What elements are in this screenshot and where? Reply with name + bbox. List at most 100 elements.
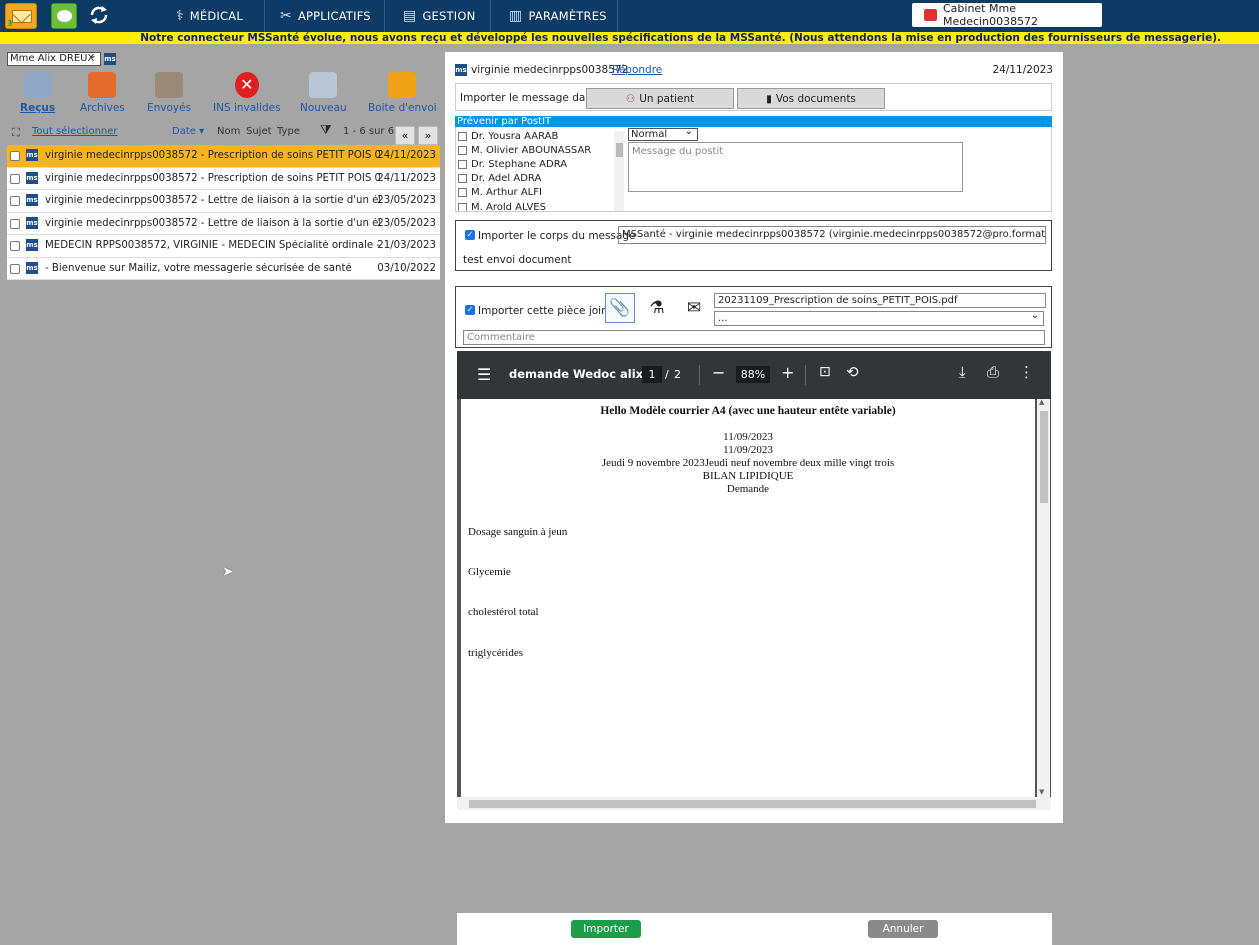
download-icon[interactable]: ⤓	[959, 363, 966, 381]
chat-app-icon[interactable]	[51, 3, 77, 29]
nav-medical-label: MÉDICAL	[189, 9, 243, 23]
recipient-item[interactable]: M. Arold ALVES	[458, 200, 624, 211]
expand-icon[interactable]: ⛶	[12, 126, 20, 140]
message-checkbox[interactable]	[10, 196, 20, 206]
import-body-label: Importer le corps du message	[478, 230, 636, 242]
message-row[interactable]: ms MEDECIN RPPS0038572, VIRGINIE - MÉDEC…	[7, 235, 440, 258]
next-page-button[interactable]: »	[418, 126, 438, 145]
recipient-checkbox[interactable]	[458, 159, 467, 169]
recipient-checkbox[interactable]	[458, 174, 467, 184]
tools-icon: ✂	[280, 8, 292, 24]
sort-nom[interactable]: Nom	[217, 126, 240, 137]
folder-recus-label: Reçus	[20, 102, 56, 114]
scroll-down-icon[interactable]: ▼	[1039, 788, 1044, 796]
pdf-page-input[interactable]: 1	[642, 366, 662, 383]
import-target-box: Importer le message dans : ⚇ Un patient …	[455, 83, 1052, 111]
patient-icon: ⚇	[625, 92, 636, 105]
recipient-checkbox[interactable]	[458, 188, 467, 198]
message-row[interactable]: ms virginie medecinrpps0038572 - Lettre …	[7, 190, 440, 213]
pdf-center-line: BILAN LIPIDIQUE	[702, 470, 794, 482]
nav-applicatifs[interactable]: ✂ APPLICATIFS	[280, 0, 371, 32]
pdf-horizontal-scrollbar[interactable]	[457, 797, 1051, 810]
import-attachment-checkbox[interactable]: ✓	[465, 305, 475, 315]
lab-results-icon[interactable]: ⚗	[642, 293, 672, 323]
attachment-filename-input[interactable]: 20231109_Prescription de soins_PETIT_POI…	[714, 293, 1046, 308]
cabinet-button[interactable]: Cabinet Mme Medecin0038572	[912, 2, 1102, 28]
previous-page-button[interactable]: «	[395, 126, 415, 145]
message-subject: virginie medecinrpps0038572 - Prescripti…	[45, 172, 380, 184]
more-options-icon[interactable]: ⋮	[1019, 363, 1034, 381]
pdf-vertical-scrollbar[interactable]: ▲ ▼	[1037, 398, 1050, 797]
scroll-up-icon[interactable]: ▲	[1039, 398, 1044, 406]
message-checkbox[interactable]	[10, 173, 20, 184]
mail-open-icon[interactable]: ✉	[679, 293, 709, 323]
recipient-item[interactable]: M. Olivier ABOUNASSAR	[458, 143, 624, 157]
recipient-scrollbar[interactable]	[614, 131, 624, 211]
recipient-item[interactable]: Dr. Yousra AARAB	[458, 129, 624, 143]
sync-icon[interactable]	[88, 3, 110, 29]
import-label: Importer le message dans :	[460, 92, 605, 104]
sort-date[interactable]: Date ▾	[172, 126, 204, 137]
pdf-body-line: triglycérides	[468, 647, 523, 659]
import-button[interactable]: Importer	[571, 920, 641, 938]
cancel-button[interactable]: Annuler	[868, 920, 938, 938]
folder-archives[interactable]: Archives	[80, 72, 125, 114]
recipient-checkbox[interactable]	[458, 145, 467, 155]
recipient-item[interactable]: M. Arthur ALFI	[458, 186, 624, 200]
folder-boite-envoi[interactable]: Boite d'envoi	[368, 72, 437, 114]
recipient-list[interactable]: Dr. Yousra AARAB M. Olivier ABOUNASSAR D…	[458, 129, 624, 211]
nav-gestion[interactable]: ▤ GESTION	[403, 0, 475, 32]
zoom-out-icon[interactable]: −	[712, 363, 725, 382]
pdf-zoom-input[interactable]: 88%	[736, 366, 770, 383]
message-checkbox[interactable]	[10, 151, 20, 161]
message-row[interactable]: ms - Bienvenue sur Mailiz, votre message…	[7, 257, 440, 280]
import-patient-button[interactable]: ⚇ Un patient	[586, 88, 734, 109]
message-row[interactable]: ms virginie medecinrpps0038572 - Prescri…	[7, 145, 440, 168]
select-all-link[interactable]: Tout sélectionner	[32, 126, 118, 137]
attachment-type-select[interactable]: ...	[714, 310, 1044, 326]
import-body-checkbox[interactable]: ✓	[465, 230, 475, 240]
import-attachment-box: ✓ Importer cette pièce jointe 📎 ⚗ ✉ 2023…	[455, 286, 1052, 348]
folder-boite-envoi-label: Boite d'envoi	[368, 102, 437, 114]
sort-sujet[interactable]: Sujet	[246, 126, 272, 137]
import-documents-button[interactable]: ▮ Vos documents	[737, 88, 885, 109]
nav-parametres[interactable]: ▥ PARAMÈTRES	[509, 0, 607, 32]
pdf-viewer[interactable]: Hello Modèle courrier A4 (avec une haute…	[457, 398, 1051, 810]
pdf-body-line: Dosage sanguin à jeun	[468, 526, 568, 538]
priority-select[interactable]: Normal	[628, 126, 698, 141]
folder-recus[interactable]: Reçus	[20, 72, 55, 114]
user-select[interactable]: Mme Alix DREUX	[7, 50, 101, 66]
recipient-name: Dr. Adel ADRA	[471, 173, 542, 185]
message-checkbox[interactable]	[10, 218, 20, 229]
sort-type[interactable]: Type	[277, 126, 300, 137]
mail-app-icon[interactable]: 3	[5, 3, 37, 29]
folder-ins-invalides-label: INS invalides	[213, 102, 281, 114]
comment-input[interactable]: Commentaire	[463, 330, 1045, 345]
message-row[interactable]: ms virginie medecinrpps0038572 - Lettre …	[7, 212, 440, 235]
print-icon[interactable]: ⎙	[987, 363, 999, 381]
rotate-icon[interactable]: ⟲	[846, 363, 859, 381]
message-checkbox[interactable]	[10, 241, 20, 251]
recipient-item[interactable]: Dr. Adel ADRA	[458, 172, 624, 186]
recipient-checkbox[interactable]	[458, 131, 467, 141]
fit-page-icon[interactable]: ⊡	[819, 364, 831, 380]
postit-message-textarea[interactable]: Message du postit	[628, 142, 963, 192]
message-checkbox[interactable]	[10, 263, 20, 274]
recipient-checkbox[interactable]	[458, 202, 467, 211]
folder-ins-invalides[interactable]: ✕ INS invalides	[213, 72, 281, 114]
pdf-center-line: Jeudi 9 novembre 2023Jeudi neuf novembre…	[601, 457, 895, 469]
nav-medical[interactable]: ⚕ MÉDICAL	[176, 0, 243, 32]
message-title-input[interactable]: MSSanté - virginie medecinrpps0038572 (v…	[618, 226, 1046, 244]
menu-icon[interactable]: ☰	[477, 365, 491, 384]
message-date: 24/11/2023	[992, 64, 1053, 76]
recipient-item[interactable]: Dr. Stephane ADRA	[458, 157, 624, 171]
paperclip-icon[interactable]: 📎	[605, 293, 635, 323]
message-subject: - Bienvenue sur Mailiz, votre messagerie…	[45, 262, 352, 274]
reply-link[interactable]: Répondre	[612, 64, 662, 76]
zoom-in-icon[interactable]: +	[781, 363, 794, 382]
folder-nouveau[interactable]: Nouveau	[300, 72, 347, 114]
filter-icon[interactable]: ⧩	[320, 123, 332, 138]
mssante-logo: ms	[455, 64, 467, 76]
folder-envoyes[interactable]: Envoyés	[147, 72, 191, 114]
message-row[interactable]: ms virginie medecinrpps0038572 - Prescri…	[7, 167, 440, 190]
